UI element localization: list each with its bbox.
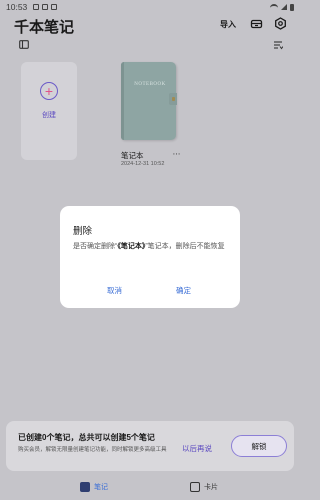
card-tab-icon (190, 482, 200, 492)
layout-toggle-icon[interactable] (19, 40, 29, 49)
banner-title: 已创建0个笔记，总共可以创建5个笔记 (18, 433, 155, 442)
settings-hexagon-icon[interactable] (274, 17, 287, 30)
cancel-button[interactable]: 取消 (107, 285, 122, 296)
notebook-date: 2024-12-31 10:52 (121, 161, 165, 167)
bottom-tab-bar: 笔记 卡片 (0, 478, 300, 500)
tab-cards-label: 卡片 (204, 484, 218, 491)
notebook-clasp (172, 97, 175, 101)
dialog-message: 是否确定删除“《笔记本》”笔记本，删除后不能恢复 (73, 241, 231, 253)
dialog-message-name: 《笔记本》 (117, 243, 146, 250)
signal-icon (281, 4, 287, 10)
confirm-button[interactable]: 确定 (176, 285, 191, 296)
notebook-name: 笔记本 (121, 151, 144, 160)
unlock-button[interactable]: 解锁 (231, 435, 287, 457)
sort-icon[interactable] (273, 40, 283, 50)
dialog-message-suffix: ”笔记本，删除后不能恢复 (145, 243, 225, 250)
wifi-icon (270, 4, 278, 10)
status-right-icons (270, 3, 294, 11)
tab-notes-label: 笔记 (94, 484, 108, 491)
app-title: 千本笔记 (14, 19, 75, 36)
later-button[interactable]: 以后再说 (182, 443, 212, 454)
more-options-icon[interactable]: ⋮ (172, 150, 181, 158)
battery-icon (290, 3, 294, 11)
archive-box-icon[interactable] (250, 17, 263, 30)
create-label: 创建 (42, 112, 56, 119)
dialog-title: 删除 (73, 226, 93, 237)
status-time: 10:53 (6, 2, 28, 12)
import-button[interactable]: 导入 (220, 19, 236, 30)
notebook-spine (121, 62, 124, 140)
dialog-message-prefix: 是否确定删除“ (73, 243, 118, 250)
banner-description: 购买会员，解锁无限量创建笔记功能，同时解锁更多高级工具 (18, 447, 167, 453)
image-notification-icon (33, 4, 40, 10)
create-notebook-card[interactable]: + 创建 (21, 62, 77, 160)
status-bar: 10:53 (0, 0, 300, 14)
notebook-cover[interactable]: NOTEBOOK (121, 62, 177, 140)
notebook-tab-icon (80, 482, 90, 492)
notebook-cover-text: NOTEBOOK (134, 82, 166, 87)
media-notification-icon (51, 4, 58, 10)
tab-notes[interactable]: 笔记 (80, 482, 108, 492)
tab-cards[interactable]: 卡片 (190, 482, 218, 492)
plus-icon: + (40, 82, 58, 100)
calendar-notification-icon (42, 4, 49, 10)
upgrade-banner: 已创建0个笔记，总共可以创建5个笔记 购买会员，解锁无限量创建笔记功能，同时解锁… (6, 421, 294, 471)
delete-dialog: 删除 是否确定删除“《笔记本》”笔记本，删除后不能恢复 取消 确定 (60, 206, 240, 308)
